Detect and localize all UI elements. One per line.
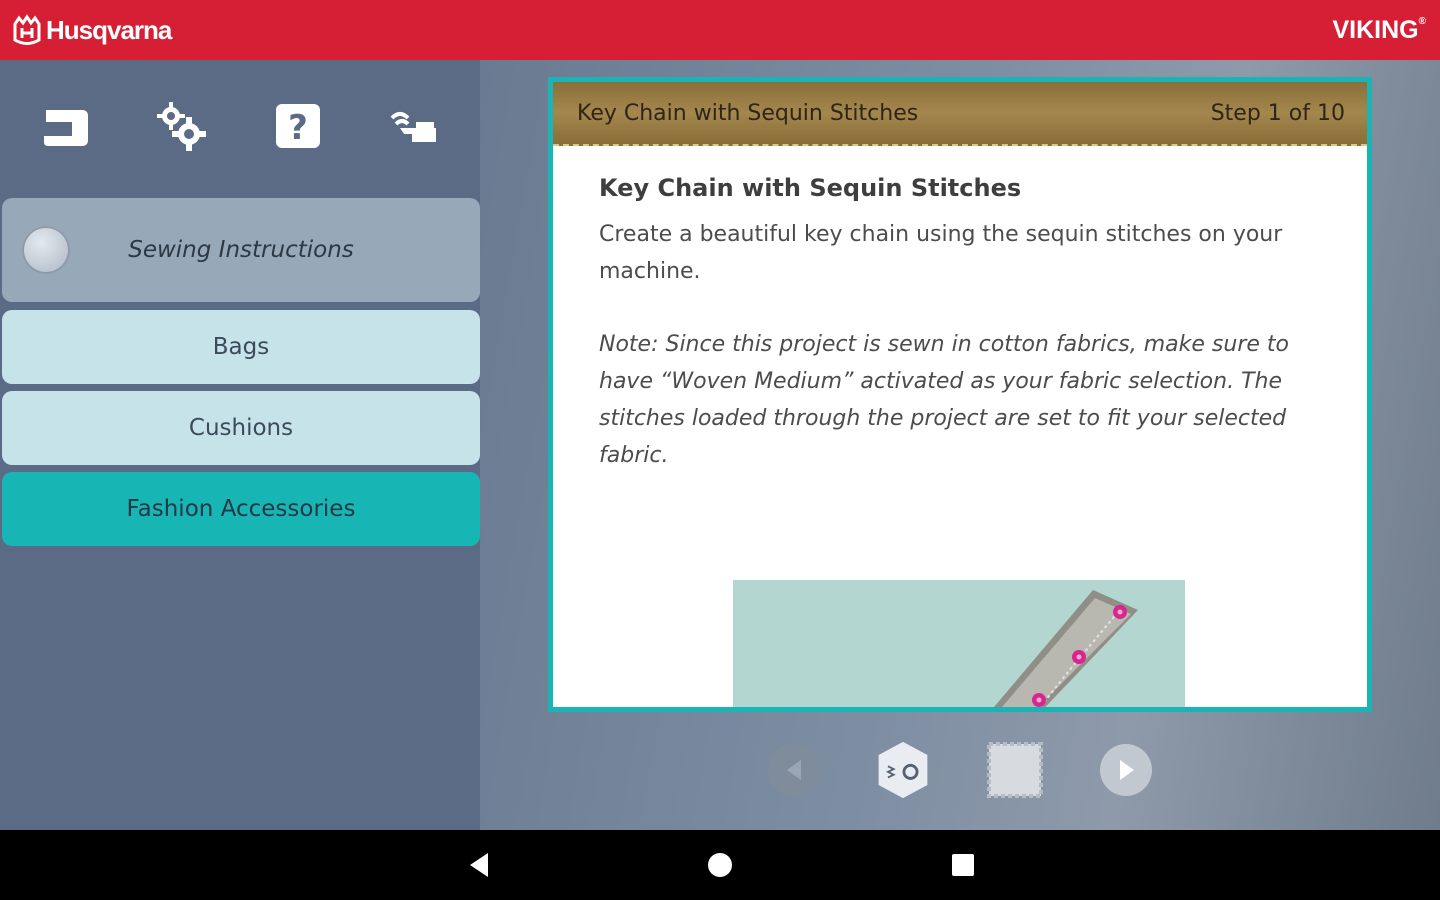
help-button[interactable]: ? (268, 98, 328, 154)
menu-item-label: Bags (212, 334, 270, 360)
viking-logo: VIKING® (1333, 16, 1427, 45)
fabric-icon (987, 742, 1043, 798)
card-description: Create a beautiful key chain using the s… (599, 222, 1283, 284)
registered-mark: ® (1418, 16, 1426, 27)
nav-back-button[interactable] (464, 850, 494, 880)
home-circle-icon (708, 853, 732, 877)
wifi-machine-icon (390, 112, 436, 142)
card-note: Note: Since this project is sewn in cott… (599, 332, 1289, 468)
settings-icon (157, 102, 206, 151)
step-indicator: Step 1 of 10 (1210, 100, 1345, 126)
nav-home-button[interactable] (705, 850, 735, 880)
menu-item-fashion-accessories[interactable]: Fashion Accessories (2, 472, 480, 546)
back-triangle-icon (470, 853, 488, 877)
menu-item-label: Cushions (188, 415, 294, 441)
next-step-icon (1100, 744, 1152, 796)
previous-step-button[interactable] (764, 740, 824, 800)
brand-left-text: Husqvarna (46, 14, 172, 45)
left-panel: ? Sewing Instructions Bags Cushions Fash… (0, 60, 480, 830)
stitch-settings-button[interactable] (873, 740, 933, 800)
sewing-mode-button[interactable] (36, 98, 96, 154)
recents-square-icon (952, 854, 974, 876)
card-body: Key Chain with Sequin Stitches Create a … (599, 174, 1329, 474)
crown-logo-icon (13, 14, 41, 45)
sewing-instructions-back-button[interactable]: Sewing Instructions (2, 198, 480, 302)
menu-item-cushions[interactable]: Cushions (2, 391, 480, 465)
menu-item-bags[interactable]: Bags (2, 310, 480, 384)
keychain-illustration (733, 580, 1185, 707)
nav-recents-button[interactable] (948, 850, 978, 880)
toolbar: ? (0, 60, 480, 195)
menu-item-label: Fashion Accessories (126, 496, 356, 522)
card-title: Key Chain with Sequin Stitches (599, 174, 1022, 202)
top-bar: Husqvarna VIKING® (0, 0, 1440, 60)
svg-text:?: ? (288, 108, 308, 148)
card-header: Key Chain with Sequin Stitches Step 1 of… (553, 82, 1367, 146)
previous-step-icon (768, 744, 820, 796)
menu-back-label: Sewing Instructions (128, 237, 354, 263)
content-area: Key Chain with Sequin Stitches Step 1 of… (480, 60, 1440, 830)
next-step-button[interactable] (1096, 740, 1156, 800)
system-nav-bar (0, 830, 1440, 900)
sewing-mode-icon (44, 110, 88, 146)
settings-button[interactable] (151, 98, 211, 154)
fabric-button[interactable] (985, 740, 1045, 800)
card-header-title: Key Chain with Sequin Stitches (577, 100, 919, 126)
stitch-settings-icon (878, 741, 928, 799)
instruction-card[interactable]: Key Chain with Sequin Stitches Step 1 of… (548, 77, 1372, 712)
help-icon: ? (276, 104, 320, 148)
wifi-machine-button[interactable] (384, 98, 444, 154)
brand-right-text: VIKING (1332, 16, 1419, 44)
husqvarna-logo: Husqvarna (12, 14, 172, 46)
back-circle-icon (22, 226, 70, 274)
keychain-strap-image (994, 590, 1138, 707)
